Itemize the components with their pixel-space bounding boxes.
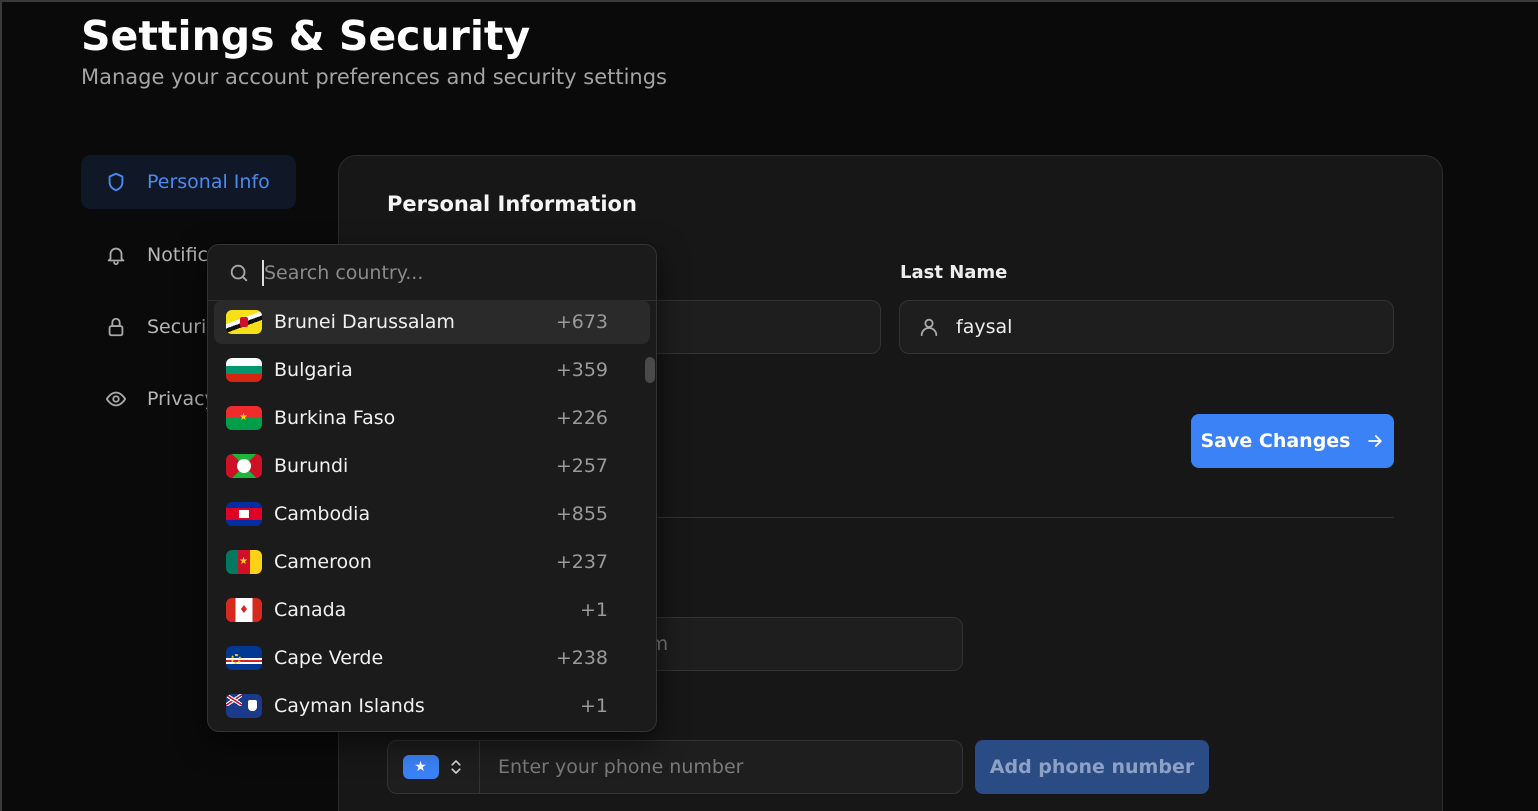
cambodia-flag-icon [226, 502, 262, 526]
country-name: Burundi [274, 455, 349, 477]
country-dial-code: +1 [579, 695, 608, 717]
last-name-label: Last Name [900, 262, 1008, 283]
country-option-burkina-faso[interactable]: ★ Burkina Faso +226 [214, 396, 650, 440]
last-name-value: faysal [956, 316, 1013, 338]
country-dial-code: +673 [555, 311, 608, 333]
dropdown-scrollbar[interactable] [645, 357, 655, 383]
country-dial-code: +257 [555, 455, 608, 477]
country-dropdown: Search country... Brunei Darussalam +673… [207, 244, 657, 732]
burkina-faso-flag-icon: ★ [226, 406, 262, 430]
shield-icon [108, 172, 124, 192]
country-name: Cambodia [274, 503, 371, 525]
country-dial-code: +855 [555, 503, 608, 525]
country-code-selector[interactable]: ★ [388, 741, 480, 793]
add-phone-button[interactable]: Add phone number [975, 740, 1209, 794]
brunei-flag-icon [226, 310, 262, 334]
page-subtitle: Manage your account preferences and secu… [81, 65, 667, 89]
lock-icon [108, 317, 124, 337]
country-option-cayman-islands[interactable]: Cayman Islands +1 [214, 684, 650, 728]
cape-verde-flag-icon [226, 646, 262, 670]
country-option-bulgaria[interactable]: Bulgaria +359 [214, 348, 650, 392]
country-option-burundi[interactable]: Burundi +257 [214, 444, 650, 488]
bell-icon [107, 247, 125, 266]
country-dial-code: +237 [555, 551, 608, 573]
country-option-canada[interactable]: ♦ Canada +1 [214, 588, 650, 632]
country-option-cameroon[interactable]: ★ Cameroon +237 [214, 540, 650, 584]
canada-flag-icon: ♦ [226, 598, 262, 622]
sidebar-item-label: Securit [147, 316, 214, 338]
country-name: Canada [274, 599, 347, 621]
country-name: Burkina Faso [274, 407, 396, 429]
country-option-brunei[interactable]: Brunei Darussalam +673 [214, 300, 650, 344]
sidebar-item-label: Notific [147, 244, 208, 266]
phone-field[interactable]: ★ Enter your phone number [387, 740, 963, 794]
star-flag-icon: ★ [402, 755, 439, 779]
country-search-input[interactable]: Search country... [264, 262, 423, 284]
eye-icon [105, 391, 127, 407]
save-changes-label: Save Changes [1200, 430, 1351, 452]
arrow-right-icon [1367, 435, 1382, 447]
country-option-cape-verde[interactable]: Cape Verde +238 [214, 636, 650, 680]
page-title: Settings & Security [81, 12, 531, 60]
country-option-cambodia[interactable]: Cambodia +855 [214, 492, 650, 536]
burundi-flag-icon [226, 454, 262, 478]
sidebar-item-label: Privacy [147, 388, 216, 410]
last-name-field[interactable]: faysal [899, 300, 1394, 354]
country-name: Bulgaria [274, 359, 353, 381]
cameroon-flag-icon: ★ [226, 550, 262, 574]
country-name: Cayman Islands [274, 695, 425, 717]
country-name: Cape Verde [274, 647, 384, 669]
country-dial-code: +1 [579, 599, 608, 621]
user-icon [920, 318, 938, 337]
country-dial-code: +226 [555, 407, 608, 429]
country-search[interactable]: Search country... [208, 245, 656, 301]
section-title: Personal Information [387, 192, 637, 216]
cayman-islands-flag-icon [226, 694, 262, 718]
country-name: Brunei Darussalam [274, 311, 455, 333]
country-dial-code: +238 [555, 647, 608, 669]
sidebar-item-personal-info[interactable]: Personal Info [81, 155, 296, 209]
chevron-up-down-icon [450, 760, 461, 774]
sidebar-item-label: Personal Info [147, 171, 270, 193]
phone-input[interactable]: Enter your phone number [480, 756, 743, 778]
bulgaria-flag-icon [226, 358, 262, 382]
save-changes-button[interactable]: Save Changes [1191, 414, 1394, 468]
country-dial-code: +359 [555, 359, 608, 381]
country-name: Cameroon [274, 551, 372, 573]
search-icon [230, 264, 248, 281]
